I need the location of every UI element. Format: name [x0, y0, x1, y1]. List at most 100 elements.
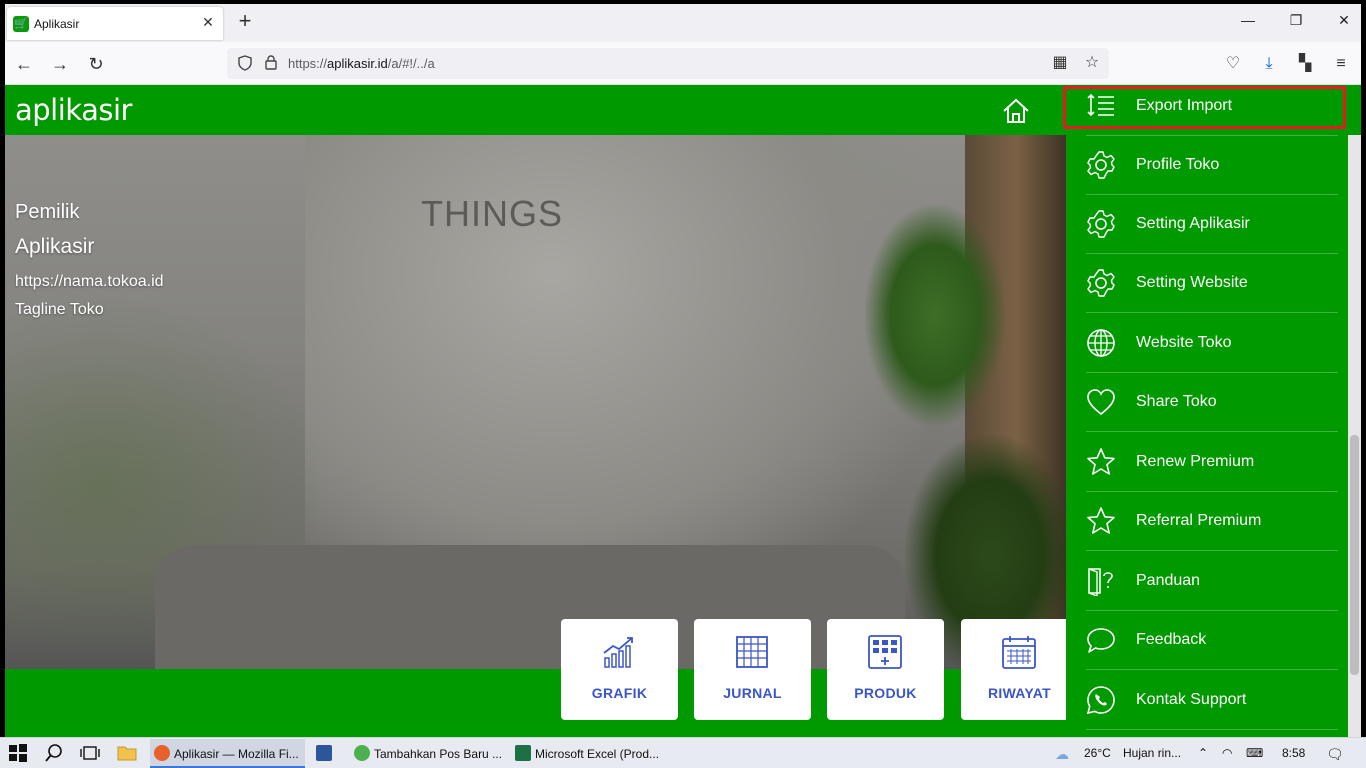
hero-plant	[865, 205, 1005, 425]
hero-wall-text: THINGS	[421, 193, 564, 234]
store-name: Aplikasir	[15, 235, 95, 258]
new-tab-button[interactable]: +	[234, 10, 256, 34]
file-explorer-icon[interactable]	[117, 743, 137, 763]
page-content: aplikasir THINGS Pemilik Aplikasir https…	[5, 85, 1361, 737]
url-text[interactable]: https://aplikasir.id/a/#!/../a	[288, 56, 435, 71]
chevron-up-icon[interactable]: ⌃	[1198, 746, 1208, 760]
url-bar[interactable]: https://aplikasir.id/a/#!/../a ▦ ☆	[227, 48, 1109, 79]
menu-item-export-import[interactable]: Export Import	[1086, 85, 1338, 136]
scroll-thumb[interactable]	[1350, 435, 1359, 675]
store-tagline: Tagline Toko	[15, 301, 104, 318]
taskbar-firefox[interactable]: Aplikasir — Mozilla Fi...	[150, 739, 305, 768]
tab-bar: 🛒 Aplikasir ✕ + — ❐ ✕	[5, 4, 1361, 42]
download-icon[interactable]: ⤓	[1259, 54, 1279, 74]
riwayat-label: RIWAYAT	[987, 685, 1052, 701]
hero-wall	[305, 135, 925, 595]
home-icon[interactable]	[1001, 96, 1031, 126]
close-window-button[interactable]: ✕	[1329, 12, 1359, 29]
menu-item-setting-aplikasir[interactable]: Setting Aplikasir	[1086, 195, 1338, 254]
heart-icon	[1087, 389, 1115, 416]
windows-start-icon[interactable]	[8, 743, 28, 763]
browser-window: 🛒 Aplikasir ✕ + — ❐ ✕ ← → ↻ https://apli…	[5, 4, 1361, 737]
shield-icon[interactable]	[237, 55, 253, 71]
taskbar-excel[interactable]: Microsoft Excel (Prod...	[511, 739, 666, 768]
taskbar-chrome[interactable]: Tambahkan Pos Baru ...	[350, 739, 505, 768]
taskbar-firefox-label: Aplikasir — Mozilla Fi...	[174, 747, 299, 761]
star-icon	[1087, 448, 1115, 475]
tab-title: Aplikasir	[34, 17, 80, 31]
menu-label-website-toko: Website Toko	[1136, 334, 1232, 351]
gear-icon	[1087, 151, 1115, 179]
url-path: /a/#!/../a	[387, 56, 435, 71]
navigation-bar: ← → ↻ https://aplikasir.id/a/#!/../a ▦ ☆…	[5, 42, 1361, 85]
jurnal-card[interactable]: JURNAL	[694, 619, 811, 720]
menu-item-renew-premium[interactable]: Renew Premium	[1086, 433, 1338, 492]
menu-label-profile-toko: Profile Toko	[1136, 156, 1220, 173]
menu-item-setting-website[interactable]: Setting Website	[1086, 254, 1338, 313]
menu-item-website-toko[interactable]: Website Toko	[1086, 314, 1338, 373]
menu-item-feedback[interactable]: Feedback	[1086, 611, 1338, 670]
menu-label-panduan: Panduan	[1136, 572, 1201, 589]
menu-label-renew-premium: Renew Premium	[1136, 453, 1255, 470]
store-url: https://nama.tokoa.id	[15, 273, 164, 290]
menu-item-kontak-support[interactable]: Kontak Support	[1086, 671, 1338, 730]
menu-label-setting-aplikasir: Setting Aplikasir	[1136, 215, 1250, 232]
hamburger-menu-icon[interactable]: ≡	[1331, 54, 1351, 74]
tab-aplikasir[interactable]: 🛒 Aplikasir ✕	[7, 7, 223, 40]
globe-icon	[1087, 329, 1115, 357]
logo[interactable]: aplikasir	[15, 93, 132, 127]
menu-item-profile-toko[interactable]: Profile Toko	[1086, 136, 1338, 195]
door-question-icon	[1088, 568, 1113, 596]
menu-label-referral-premium: Referral Premium	[1136, 512, 1262, 529]
grid-table-icon	[736, 636, 768, 668]
cart-icon: 🛒	[13, 16, 29, 32]
qr-code-icon[interactable]: ▦	[1051, 54, 1069, 72]
page-scrollbar[interactable]	[1348, 135, 1361, 737]
wifi-icon[interactable]: ◠	[1222, 746, 1232, 760]
extensions-icon[interactable]: ▚	[1295, 54, 1315, 74]
bookmark-star-icon[interactable]: ☆	[1083, 54, 1101, 72]
task-view-icon[interactable]	[80, 743, 100, 763]
grafik-label: GRAFIK	[591, 685, 648, 701]
whatsapp-icon	[1086, 686, 1115, 715]
menu-item-panduan[interactable]: Panduan	[1086, 552, 1338, 611]
taskbar-word[interactable]	[312, 739, 340, 768]
firefox-icon	[154, 745, 170, 761]
produk-label: PRODUK	[854, 685, 917, 701]
menu-item-share-toko[interactable]: Share Toko	[1086, 373, 1338, 432]
owner-label: Pemilik	[15, 201, 80, 223]
grafik-card[interactable]: GRAFIK	[561, 619, 678, 720]
calendar-icon	[1002, 636, 1036, 669]
notification-icon[interactable]: 🗨	[1326, 746, 1344, 763]
lock-icon[interactable]	[263, 54, 279, 70]
pocket-icon[interactable]: ♡	[1223, 54, 1243, 74]
reload-icon[interactable]: ↻	[85, 53, 107, 75]
riwayat-card[interactable]: RIWAYAT	[961, 619, 1078, 720]
temperature[interactable]: 26°C	[1084, 746, 1111, 760]
settings-dropdown: Export Import Profile Toko Setting Aplik…	[1066, 85, 1348, 737]
menu-label-share-toko: Share Toko	[1136, 393, 1217, 410]
forward-arrow-icon[interactable]: →	[49, 53, 71, 75]
search-icon[interactable]	[44, 743, 64, 763]
weather-text[interactable]: Hujan rin...	[1123, 746, 1181, 760]
clock-time[interactable]: 8:58	[1282, 746, 1305, 760]
gear-icon	[1087, 210, 1115, 238]
chat-bubble-icon	[1087, 628, 1115, 653]
chrome-icon	[354, 745, 370, 761]
keyboard-icon[interactable]: ⌨	[1246, 746, 1263, 760]
sort-list-icon	[1087, 93, 1114, 117]
word-icon	[316, 745, 332, 761]
menu-label-kontak-support: Kontak Support	[1136, 691, 1247, 708]
minimize-button[interactable]: —	[1233, 12, 1263, 28]
weather-icon[interactable]: ☁	[1055, 746, 1069, 763]
close-tab-icon[interactable]: ✕	[199, 14, 217, 31]
product-grid-icon	[868, 635, 902, 669]
taskbar-excel-label: Microsoft Excel (Prod...	[535, 747, 660, 761]
menu-item-referral-premium[interactable]: Referral Premium	[1086, 492, 1338, 551]
hero-banner: THINGS Pemilik Aplikasir https://nama.to…	[5, 135, 1067, 669]
back-arrow-icon[interactable]: ←	[13, 53, 35, 75]
chart-icon	[603, 637, 633, 668]
url-host: aplikasir.id	[327, 56, 388, 71]
restore-button[interactable]: ❐	[1281, 12, 1311, 29]
produk-card[interactable]: PRODUK	[827, 619, 944, 720]
